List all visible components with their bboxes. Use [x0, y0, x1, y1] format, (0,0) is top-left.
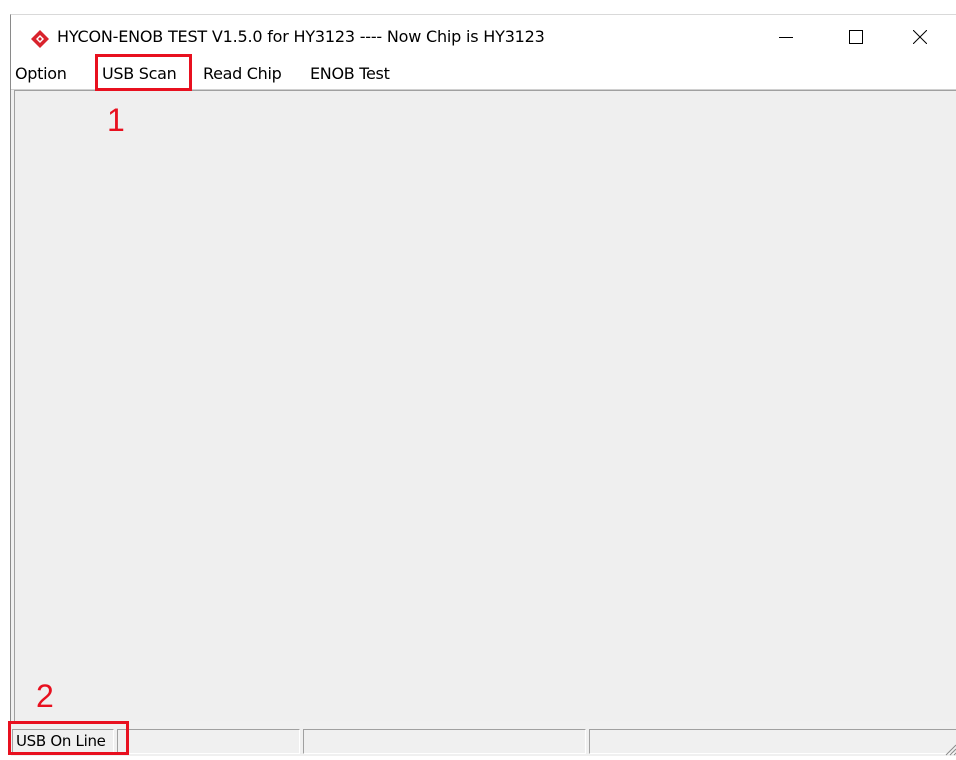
usb-status-highlight-box: [8, 721, 129, 755]
minimize-icon: [779, 37, 793, 38]
title-bar[interactable]: HYCON-ENOB TEST V1.5.0 for HY3123 ---- N…: [11, 15, 956, 59]
window-title: HYCON-ENOB TEST V1.5.0 for HY3123 ---- N…: [57, 27, 545, 46]
status-panel-2: [117, 729, 300, 754]
menu-item-enob-test[interactable]: ENOB Test: [310, 63, 390, 85]
resize-grip-icon[interactable]: [941, 740, 956, 756]
callout-2: 2: [36, 678, 54, 714]
status-panel-4: [589, 729, 956, 754]
usb-scan-highlight-box: [95, 54, 192, 91]
status-bar: USB On Line: [11, 723, 956, 756]
maximize-button[interactable]: [827, 15, 885, 59]
menu-item-read-chip[interactable]: Read Chip: [203, 63, 282, 85]
maximize-icon: [849, 30, 863, 44]
minimize-button[interactable]: [757, 15, 815, 59]
close-button[interactable]: [891, 15, 949, 59]
callout-1: 1: [107, 102, 125, 138]
close-icon: [913, 30, 927, 44]
hycon-diamond-icon: [30, 29, 50, 49]
main-client-area: [14, 90, 956, 721]
menu-item-option[interactable]: Option: [15, 63, 67, 85]
status-panel-3: [303, 729, 586, 754]
app-window: HYCON-ENOB TEST V1.5.0 for HY3123 ---- N…: [10, 14, 956, 756]
